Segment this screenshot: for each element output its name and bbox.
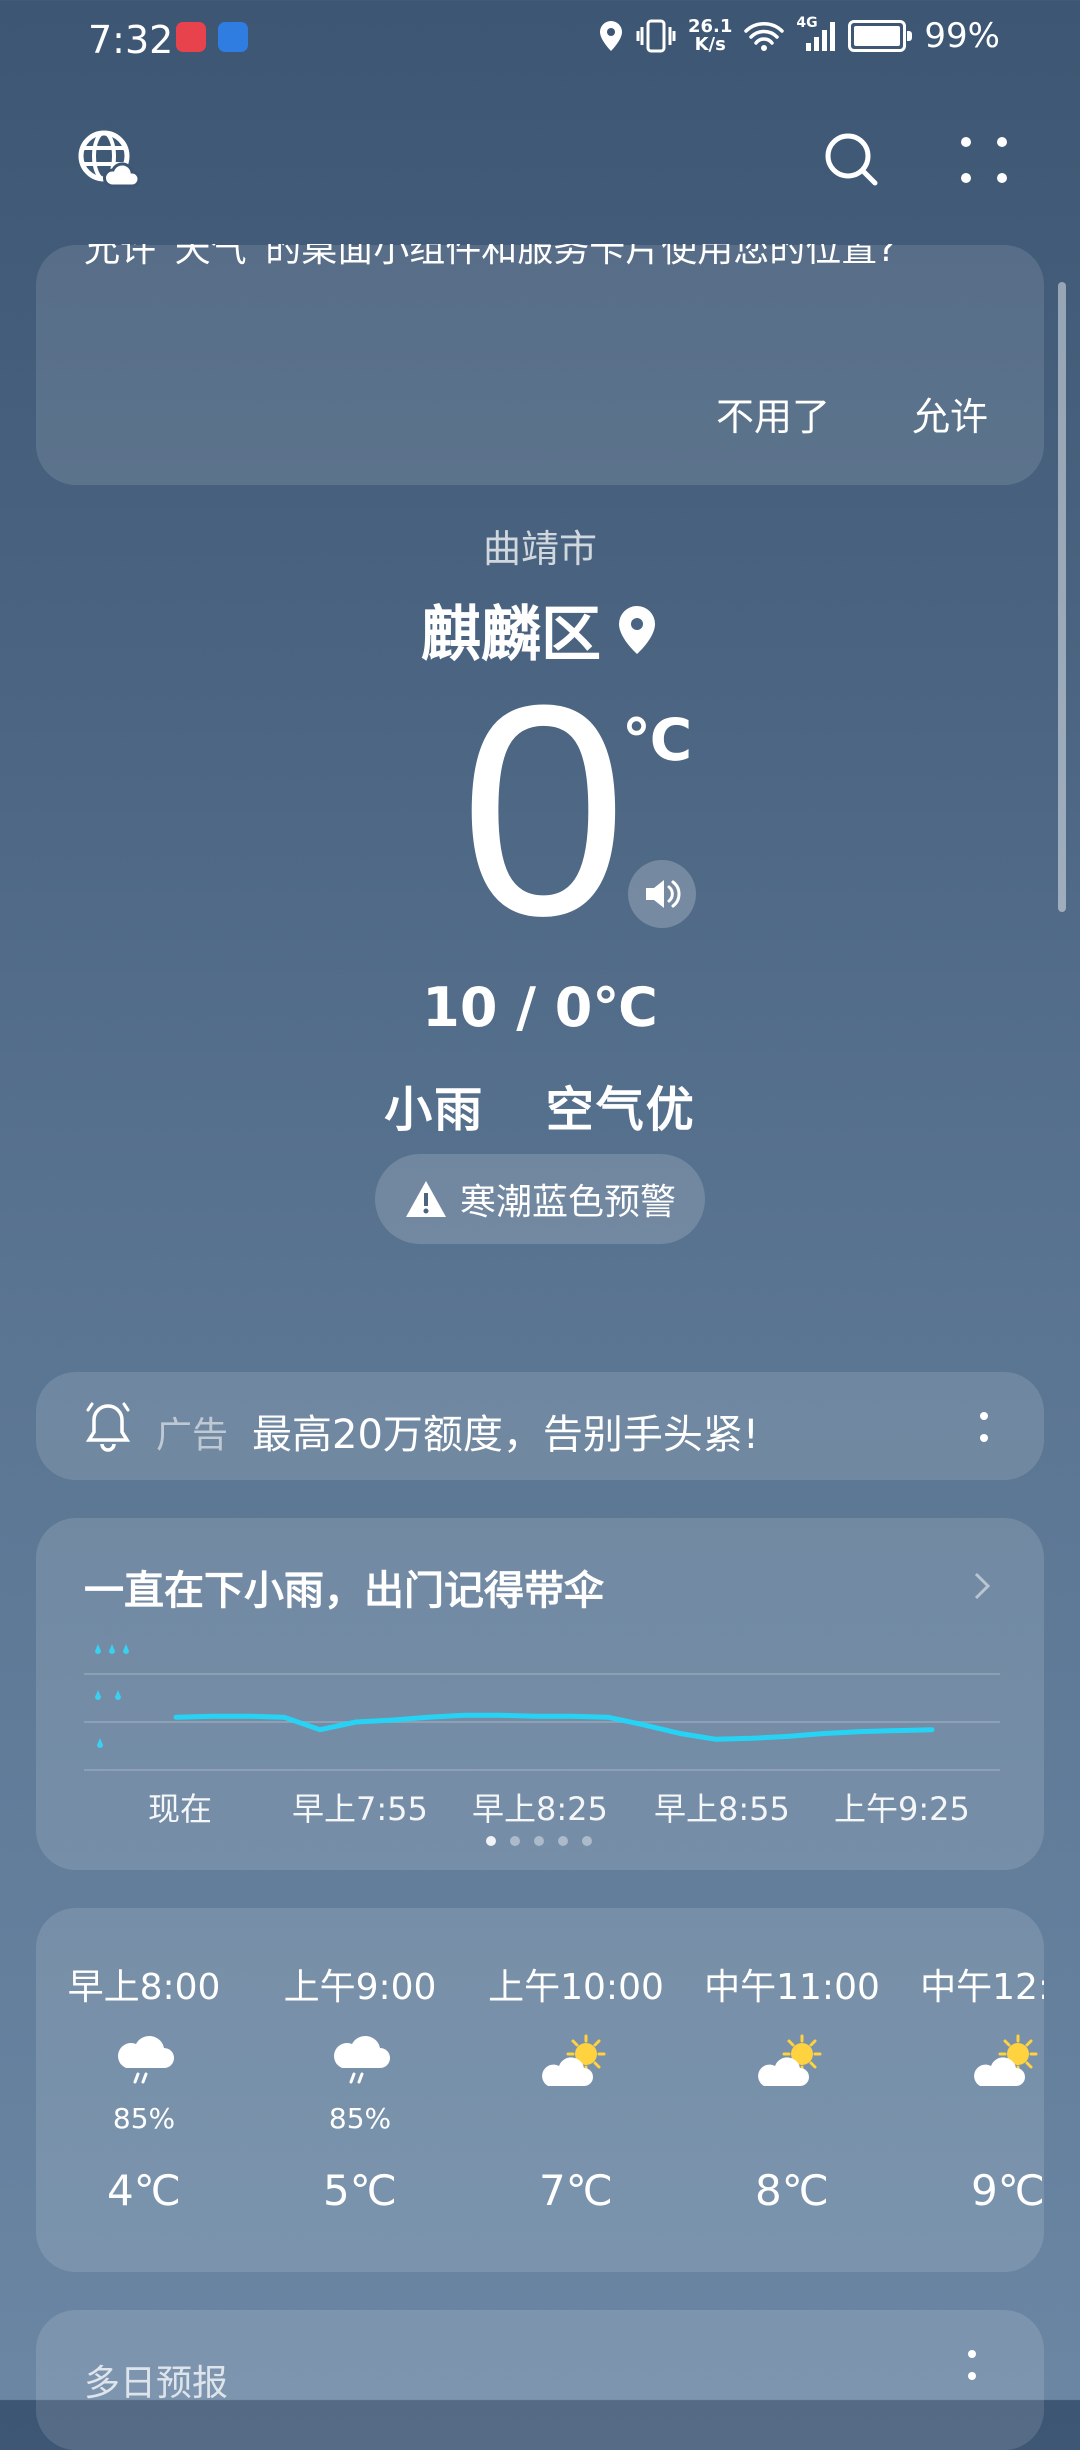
hour-temp: 9℃ [971, 2166, 1044, 2215]
rain-time-label: 早上8:25 [472, 1790, 608, 1828]
rain-title: 一直在下小雨，出门记得带伞 [84, 1568, 604, 1614]
hour-time: 中午12:00 [920, 1967, 1044, 2008]
search-icon [825, 133, 878, 186]
bell-icon [85, 1402, 131, 1452]
permission-text-viewport: 允许“天气”的桌面小组件和服务卡片使用您的位置? [0, 244, 1080, 504]
scrollbar[interactable] [1058, 282, 1066, 912]
allow-location-button[interactable]: 允许 [912, 386, 988, 441]
hour-item[interactable]: 上午9:00 85% 5℃ [260, 1908, 460, 2215]
cell-signal-icon: 4G [796, 15, 836, 53]
hour-item[interactable]: 上午10:00 7℃ [476, 1908, 676, 2215]
rain-cloud-icon [334, 2035, 390, 2084]
page-indicator-dot [534, 1836, 544, 1846]
air-quality: 空气优 [545, 1082, 696, 1138]
heavy-rain-level-icon [95, 1644, 129, 1654]
rain-time-label: 上午9:25 [834, 1790, 970, 1828]
wifi-icon [744, 22, 785, 51]
city-name: 曲靖市 [482, 527, 597, 571]
status-right-group: 26.1 K/s 4G 99% [598, 15, 1000, 56]
voice-broadcast-button[interactable] [628, 860, 696, 928]
rain-cloud-icon [118, 2035, 174, 2084]
temperature-range: 10 / 0℃ [422, 976, 658, 1039]
page-indicator-dot-active [486, 1836, 496, 1846]
city-manage-button[interactable] [72, 124, 144, 196]
precip-probability [476, 2102, 676, 2136]
hour-temp: 4℃ [107, 2166, 181, 2215]
weather-condition: 小雨 [384, 1082, 485, 1138]
battery-icon [848, 20, 913, 52]
security-app-notification-icon [218, 22, 248, 52]
hour-item[interactable]: 中午11:00 8℃ [692, 1908, 892, 2215]
page-indicator-dot [558, 1836, 568, 1846]
ad-text[interactable]: 最高20万额度，告别手头紧! [252, 1402, 759, 1460]
hour-time: 中午11:00 [704, 1967, 880, 2008]
rain-time-label: 早上8:55 [654, 1790, 790, 1828]
hourly-forecast-card[interactable]: 早上8:00 85% 4℃ 上午9:00 85% 5℃ 上午10:00 7℃ 中… [36, 1908, 1044, 2272]
permission-text: 允许“天气”的桌面小组件和服务卡片使用您的位置? [84, 244, 897, 270]
hour-temp: 5℃ [323, 2166, 397, 2215]
weather-summary: 小雨 空气优 [0, 1070, 1080, 1140]
rain-chart [84, 1644, 1000, 1771]
net-speed-unit: K/s [694, 34, 726, 55]
status-time: 7:32 [88, 18, 174, 62]
globe-cloud-icon [78, 130, 140, 188]
partly-sunny-icon [542, 2034, 606, 2086]
alert-text: 寒潮蓝色预警 [459, 1182, 676, 1223]
vibrate-icon [636, 19, 676, 53]
more-menu-button[interactable] [948, 124, 1020, 196]
hour-time: 上午10:00 [488, 1967, 664, 2008]
battery-percent: 99% [924, 16, 1000, 56]
rain-time-label: 早上7:55 [292, 1790, 428, 1828]
partly-sunny-icon [974, 2034, 1038, 2086]
hour-item[interactable]: 中午12:00 9℃ [908, 1908, 1044, 2215]
search-button[interactable] [816, 124, 888, 196]
warning-icon [405, 1181, 446, 1217]
speaker-icon [646, 880, 681, 908]
partly-sunny-icon [758, 2034, 822, 2086]
hour-temp: 7℃ [539, 2166, 613, 2215]
deny-location-button[interactable]: 不用了 [716, 386, 830, 441]
forecast-title: 多日预报 [84, 2363, 229, 2404]
four-dots-menu-icon [961, 137, 1007, 183]
temperature-unit: ℃ [622, 706, 693, 774]
hour-time: 上午9:00 [283, 1967, 437, 2008]
location-status-icon [600, 21, 622, 51]
rain-intensity-line [173, 1712, 935, 1742]
chevron-right-icon[interactable] [970, 1568, 994, 1604]
hour-item[interactable]: 早上8:00 85% 4℃ [44, 1908, 244, 2215]
hour-time: 早上8:00 [67, 1967, 221, 2008]
hour-temp: 8℃ [755, 2166, 829, 2215]
huawei-app-notification-icon [176, 22, 206, 52]
ad-more-icon[interactable] [976, 1408, 992, 1448]
net-speed: 26.1 K/s [688, 18, 732, 54]
page-indicator-dot [510, 1836, 520, 1846]
weather-alert-button[interactable]: 寒潮蓝色预警 [375, 1154, 705, 1244]
precip-probability [908, 2102, 1044, 2136]
precip-probability: 85% [328, 2102, 392, 2135]
rain-time-label: 现在 [148, 1790, 213, 1828]
precip-probability [692, 2102, 892, 2136]
signal-type: 4G [796, 15, 818, 31]
ad-label: 广告 [156, 1415, 229, 1456]
precip-probability: 85% [112, 2102, 176, 2135]
forecast-more-icon[interactable] [964, 2346, 980, 2386]
moderate-rain-level-icon [95, 1690, 121, 1700]
light-rain-level-icon [97, 1738, 103, 1748]
current-temperature: 0 [460, 642, 627, 978]
page-indicator-dot [582, 1836, 592, 1846]
